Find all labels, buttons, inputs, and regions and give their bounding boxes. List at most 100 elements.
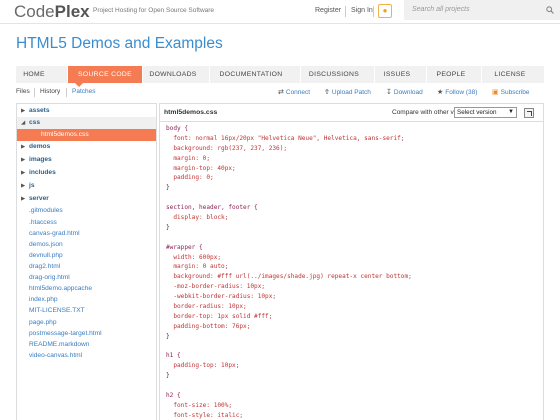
chevron-down-icon: ▼: [508, 109, 514, 115]
divider: [345, 6, 346, 17]
code-line: h2 {: [166, 392, 181, 400]
code-line: }: [166, 223, 170, 231]
chevron-down-icon: ◢: [21, 120, 26, 126]
chevron-right-icon: ▶: [21, 108, 26, 114]
notification-icon[interactable]: ●: [378, 4, 392, 18]
tab-people[interactable]: PEOPLE: [427, 66, 475, 83]
tab-downloads[interactable]: DOWNLOADS: [143, 66, 203, 83]
download-button[interactable]: ↧ Download: [386, 88, 423, 96]
tree-folder-demos[interactable]: ▶ demos: [17, 141, 156, 153]
follow-label: Follow (38): [445, 89, 478, 96]
version-select-value: Select version: [457, 109, 497, 116]
tree-folder-js[interactable]: ▶ js: [17, 180, 156, 192]
tab-license[interactable]: LICENSE: [482, 66, 538, 83]
upload-patch-label: Upload Patch: [331, 89, 371, 96]
divider: [373, 6, 374, 17]
source-subnav: Files History Patches ⇄ Connect ⇮ Upload P…: [16, 87, 544, 99]
tree-item-label: demos: [29, 143, 51, 150]
tree-file[interactable]: MIT-LICENSE.TXT: [17, 305, 156, 317]
tree-folder-assets[interactable]: ▶ assets: [17, 105, 156, 117]
divider: [34, 88, 35, 97]
download-label: Download: [393, 89, 423, 96]
file-name: html5demos.css: [164, 109, 218, 116]
tree-item-label: server: [29, 195, 49, 202]
version-select[interactable]: Select version ▼: [454, 107, 517, 118]
follow-button[interactable]: ★ Follow (38): [437, 88, 477, 96]
top-bar: CodePlex Project Hosting for Open Source…: [0, 0, 560, 24]
tree-file-html5demos-css[interactable]: html5demos.css: [17, 129, 156, 141]
code-line: padding-bottom: 76px;: [166, 322, 251, 330]
connect-button[interactable]: ⇄ Connect: [278, 88, 310, 96]
download-icon: ↧: [386, 89, 392, 96]
chevron-right-icon: ▶: [21, 196, 26, 202]
tagline: Project Hosting for Open Source Software: [93, 7, 215, 14]
code-line: width: 600px;: [166, 253, 222, 261]
star-icon: ★: [437, 89, 444, 96]
code-line: -webkit-border-radius: 10px;: [166, 293, 277, 301]
tree-item-label: images: [29, 156, 52, 163]
code-line: #wrapper {: [166, 243, 203, 251]
code-line: background: rgb(237, 237, 236);: [166, 144, 288, 152]
tree-item-label: video-canvas.html: [29, 352, 83, 359]
code-line: margin: 0;: [166, 154, 211, 162]
code-header: html5demos.css Compare with other versio…: [160, 104, 543, 122]
code-line: font-size: 100%;: [166, 401, 233, 409]
upload-patch-button[interactable]: ⇮ Upload Patch: [324, 88, 371, 96]
chevron-right-icon: ▶: [21, 183, 26, 189]
tree-item-label: MIT-LICENSE.TXT: [29, 307, 85, 314]
tree-file[interactable]: video-canvas.html: [17, 350, 156, 362]
tree-folder-includes[interactable]: ▶ includes: [17, 167, 156, 179]
connect-icon: ⇄: [278, 89, 284, 96]
patches-link[interactable]: Patches: [72, 88, 96, 95]
code-line: border-radius: 10px;: [166, 303, 247, 311]
tree-item-label: css: [29, 119, 41, 126]
chevron-right-icon: ▶: [21, 144, 26, 150]
register-link[interactable]: Register: [315, 7, 341, 14]
project-nav: HOME SOURCE CODE DOWNLOADS DOCUMENTATION…: [16, 66, 544, 83]
tree-item-label: includes: [29, 169, 56, 176]
upload-icon: ⇮: [324, 89, 330, 96]
tab-source-code[interactable]: SOURCE CODE: [68, 66, 142, 83]
code-line: padding-top: 10px;: [166, 362, 240, 370]
tab-home[interactable]: HOME: [16, 66, 52, 83]
search-icon[interactable]: [546, 6, 554, 14]
code-line: margin-top: 40px;: [166, 164, 236, 172]
code-line: background: #fff url(../images/shade.jpg…: [166, 273, 412, 281]
code-line: padding: 0;: [166, 174, 214, 182]
code-line: }: [166, 372, 170, 380]
connect-label: Connect: [285, 89, 311, 96]
code-line: body {: [166, 125, 189, 132]
codeplex-logo[interactable]: CodePlex: [14, 2, 90, 22]
tree-folder-css[interactable]: ◢ css: [17, 117, 156, 129]
history-link[interactable]: History: [40, 88, 60, 95]
chevron-right-icon: ▶: [21, 157, 26, 163]
code-line: }: [166, 184, 170, 192]
page-title[interactable]: HTML5 Demos and Examples: [16, 35, 223, 53]
tree-folder-server[interactable]: ▶ server: [17, 193, 156, 205]
code-line: font: normal 16px/20px "Helvetica Neue",…: [166, 134, 405, 142]
files-link[interactable]: Files: [16, 88, 30, 95]
code-content: body { font: normal 16px/20px "Helvetica…: [166, 124, 540, 420]
search-input[interactable]: Search all projects: [404, 0, 560, 20]
chevron-right-icon: ▶: [21, 170, 26, 176]
tab-issues[interactable]: ISSUES: [375, 66, 419, 83]
subscribe-button[interactable]: ▣ Subscribe: [492, 88, 530, 96]
tree-file[interactable]: .gitmodules: [17, 205, 156, 217]
file-tree: ▶ assets ◢ css html5demos.css ▶ demos ▶ imag…: [16, 103, 157, 420]
expand-icon[interactable]: [524, 108, 534, 118]
tab-discussions[interactable]: DISCUSSIONS: [301, 66, 367, 83]
tab-documentation[interactable]: DOCUMENTATION: [210, 66, 292, 83]
subscribe-label: Subscribe: [500, 89, 530, 96]
sign-in-link[interactable]: Sign In: [351, 7, 373, 14]
code-line: font-style: italic;: [166, 411, 244, 419]
tree-folder-images[interactable]: ▶ images: [17, 154, 156, 166]
tree-item-label: .gitmodules: [29, 207, 63, 214]
tree-item-label: js: [29, 182, 35, 189]
code-viewer: html5demos.css Compare with other versio…: [159, 103, 544, 420]
code-line: margin: 0 auto;: [166, 263, 229, 271]
divider: [66, 88, 67, 97]
